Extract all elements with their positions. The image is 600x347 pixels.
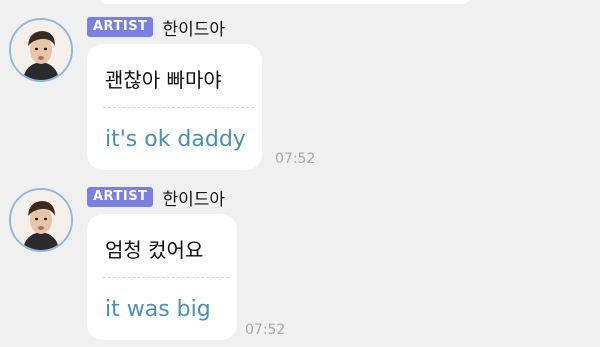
- avatar[interactable]: [9, 18, 73, 82]
- artist-avatar-icon: [11, 20, 71, 80]
- artist-avatar-icon: [11, 190, 71, 250]
- message-timestamp: 07:52: [245, 322, 286, 338]
- message-bubble[interactable]: 엄청 컸어요 it was big: [87, 214, 237, 340]
- original-message-text: 괜찮아 빠마야: [105, 68, 222, 92]
- translated-message-text: it's ok daddy: [105, 127, 246, 152]
- sender-name[interactable]: 한이드아: [162, 185, 225, 210]
- translated-message-text: it was big: [105, 297, 211, 322]
- avatar[interactable]: [9, 188, 73, 252]
- previous-message-bubble: [100, 0, 470, 4]
- translation-divider: [103, 107, 254, 108]
- message-header: ARTIST 한이드아: [87, 185, 225, 210]
- artist-badge: ARTIST: [87, 187, 154, 207]
- translation-divider: [103, 277, 229, 278]
- sender-name[interactable]: 한이드아: [162, 15, 225, 40]
- original-message-text: 엄청 컸어요: [105, 238, 204, 262]
- message-bubble[interactable]: 괜찮아 빠마야 it's ok daddy: [87, 44, 262, 170]
- message-header: ARTIST 한이드아: [87, 15, 225, 40]
- chat-message: ARTIST 한이드아 엄청 컸어요 it was big 07:52: [0, 186, 600, 346]
- message-timestamp: 07:52: [275, 151, 316, 167]
- chat-message: ARTIST 한이드아 괜찮아 빠마야 it's ok daddy 07:52: [0, 16, 600, 176]
- artist-badge: ARTIST: [87, 17, 154, 37]
